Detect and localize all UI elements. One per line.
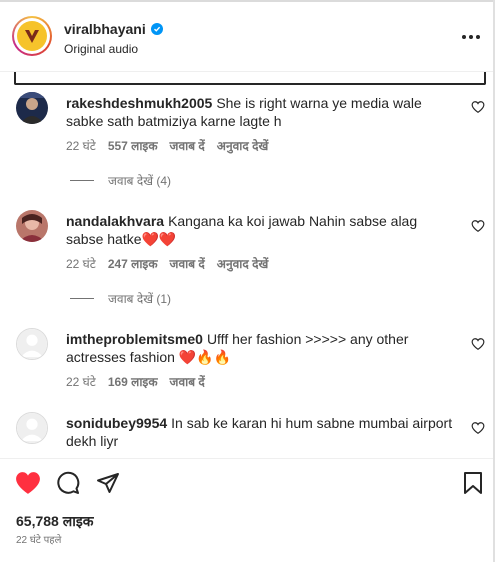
comment-avatar[interactable] <box>16 210 48 242</box>
post-username[interactable]: viralbhayani <box>64 21 146 37</box>
reply-button[interactable]: जवाब दें <box>170 373 205 390</box>
comment-like-heart-icon[interactable] <box>471 421 485 435</box>
caption-box-edge <box>14 72 486 85</box>
view-replies-label: जवाब देखें (4) <box>108 174 172 188</box>
comment-text: sonidubey9954 In sab ke karan hi hum sabn… <box>66 414 458 450</box>
post-username-row: viralbhayani <box>64 21 163 37</box>
post-actions <box>0 470 493 500</box>
actions-divider <box>0 458 493 459</box>
comment-like-heart-icon[interactable] <box>471 219 485 233</box>
comment-text: imtheproblemitsme0 Ufff her fashion >>>>>… <box>66 330 458 366</box>
profile-avatar[interactable] <box>12 16 52 56</box>
translate-button[interactable]: अनुवाद देखें <box>217 255 269 272</box>
comment-username[interactable]: rakeshdeshmukh2005 <box>66 95 212 111</box>
translate-button[interactable]: अनुवाद देखें <box>217 137 269 154</box>
audio-label[interactable]: Original audio <box>64 42 138 56</box>
comment-like-heart-icon[interactable] <box>471 100 485 114</box>
share-button[interactable] <box>95 470 121 496</box>
view-replies-button[interactable]: जवाब देखें (4) <box>70 172 171 189</box>
more-options-button[interactable] <box>459 27 483 47</box>
comment-avatar[interactable] <box>16 328 48 360</box>
post-timestamp[interactable]: 22 घंटे पहले <box>16 532 61 546</box>
comment-likes[interactable]: 169 लाइक <box>108 373 158 390</box>
replies-line <box>70 180 94 181</box>
comment-emoji: ❤️❤️ <box>141 231 177 247</box>
bookmark-icon <box>464 472 482 494</box>
dot-icon <box>462 35 466 39</box>
comment-time: 22 घंटे <box>66 257 96 271</box>
comment-username[interactable]: sonidubey9954 <box>66 415 167 431</box>
save-button[interactable] <box>460 470 486 496</box>
comment-time: 22 घंटे <box>66 375 96 389</box>
comment-avatar[interactable] <box>16 412 48 444</box>
replies-line <box>70 298 94 299</box>
comment-button[interactable] <box>55 470 81 496</box>
viral-logo-icon <box>17 21 47 51</box>
comment-meta: 22 घंटे 557 लाइक जवाब दें अनुवाद देखें <box>66 137 268 154</box>
comment-meta: 22 घंटे 169 लाइक जवाब दें <box>66 373 205 390</box>
dot-icon <box>476 35 480 39</box>
comment-time: 22 घंटे <box>66 139 96 153</box>
verified-badge-icon <box>150 23 163 35</box>
reply-button[interactable]: जवाब दें <box>170 137 205 154</box>
comment-avatar[interactable] <box>16 92 48 124</box>
comment-username[interactable]: imtheproblemitsme0 <box>66 331 203 347</box>
paper-plane-icon <box>97 473 119 493</box>
comment-like-heart-icon[interactable] <box>471 337 485 351</box>
comment-username[interactable]: nandalakhvara <box>66 213 164 229</box>
comment-emoji: ❤️🔥🔥 <box>178 349 232 365</box>
view-replies-label: जवाब देखें (1) <box>108 292 172 306</box>
like-button[interactable] <box>15 470 41 496</box>
reply-button[interactable]: जवाब दें <box>170 255 205 272</box>
comment-likes[interactable]: 557 लाइक <box>108 137 158 154</box>
comment-meta: 22 घंटे 247 लाइक जवाब दें अनुवाद देखें <box>66 255 268 272</box>
post-likes-count[interactable]: 65,788 लाइक <box>16 512 93 531</box>
post-header: viralbhayani Original audio <box>0 2 493 70</box>
heart-filled-icon <box>16 472 40 494</box>
view-replies-button[interactable]: जवाब देखें (1) <box>70 290 171 307</box>
comment-likes[interactable]: 247 लाइक <box>108 255 158 272</box>
comment-text: nandalakhvara Kangana ka koi jawab Nahin … <box>66 212 458 248</box>
dot-icon <box>469 35 473 39</box>
comment-bubble-icon <box>57 471 80 494</box>
comment-text: rakeshdeshmukh2005 She is right warna ye … <box>66 94 458 130</box>
